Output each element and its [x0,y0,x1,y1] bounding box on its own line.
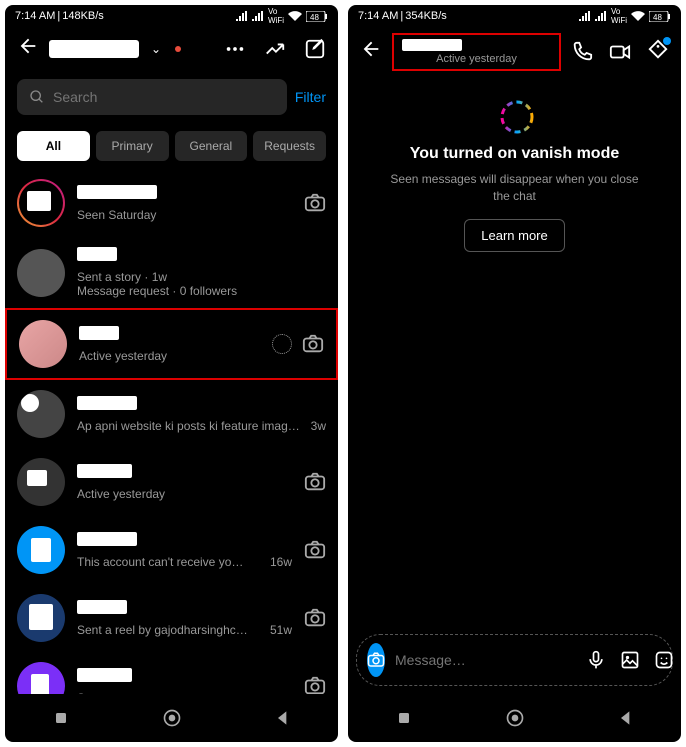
wifi-icon [288,11,302,21]
avatar[interactable] [17,390,65,438]
nav-home[interactable] [162,708,182,728]
nav-recent[interactable] [394,708,414,728]
nav-back[interactable] [616,708,636,728]
avatar[interactable] [17,179,65,227]
status-right-icons: VoWiFi 48 [579,7,671,25]
chat-row-highlighted[interactable]: Active yesterday [5,308,338,380]
nav-back[interactable] [273,708,293,728]
search-row: Filter [5,71,338,123]
video-icon[interactable] [609,41,631,63]
status-speed: 354KB/s [405,10,447,22]
tab-requests[interactable]: Requests [253,131,326,161]
camera-icon[interactable] [304,607,326,629]
user-info-highlighted[interactable]: Active yesterday [392,33,561,71]
battery-icon: 48 [649,11,671,22]
status-time: 7:14 AM [15,10,55,22]
user-status: Active yesterday [402,53,551,65]
camera-button[interactable] [367,643,385,677]
filter-link[interactable]: Filter [295,89,326,105]
camera-icon[interactable] [304,675,326,694]
chat-row[interactable]: Seen Saturday [5,169,338,237]
avatar[interactable] [17,249,65,297]
avatar[interactable] [19,320,67,368]
avatar[interactable] [17,458,65,506]
svg-text:48: 48 [653,13,662,22]
phone-icon[interactable] [571,41,593,63]
inbox-header: ⌄ [5,27,338,71]
learn-more-button[interactable]: Learn more [464,219,564,252]
avatar[interactable] [17,526,65,574]
tag-icon[interactable] [647,39,669,66]
signal-icon [579,11,591,21]
dotted-circle-icon [272,334,292,354]
sticker-icon[interactable] [654,650,674,670]
chat-row[interactable]: This account can't receive yo…16w [5,516,338,584]
user-name-redacted [402,39,462,51]
message-input-bar [356,634,673,686]
tab-all[interactable]: All [17,131,90,161]
vanish-mode-icon [497,97,533,133]
mic-icon[interactable] [586,650,606,670]
message-input[interactable] [395,652,576,668]
battery-icon: 48 [306,11,328,22]
badge-dot [663,37,671,45]
search-input[interactable] [53,89,275,105]
avatar[interactable] [17,594,65,642]
signal-icon [252,11,264,21]
chat-header: Active yesterday [348,27,681,77]
vanish-mode-panel: You turned on vanish mode Seen messages … [348,77,681,626]
nav-bar [5,694,338,742]
back-button[interactable] [360,38,382,66]
tab-primary[interactable]: Primary [96,131,169,161]
more-icon[interactable] [224,38,246,60]
status-right-icons: VoWiFi 48 [236,7,328,25]
notification-dot [175,46,181,52]
search-icon [29,89,45,105]
trending-icon[interactable] [264,38,286,60]
chat-list: Seen Saturday Sent a story · 1wMessage r… [5,169,338,694]
chat-row[interactable]: Active yesterday [5,448,338,516]
status-bar: 7:14 AM | 148KB/s VoWiFi 48 [5,5,338,27]
back-button[interactable] [17,35,39,63]
chat-screen: 7:14 AM | 354KB/s VoWiFi 48 Active yeste… [348,5,681,742]
nav-recent[interactable] [51,708,71,728]
status-speed: 148KB/s [62,10,104,22]
nav-bar [348,694,681,742]
chevron-down-icon[interactable]: ⌄ [151,42,161,56]
camera-icon[interactable] [304,471,326,493]
chat-row[interactable]: Sent [5,652,338,694]
vanish-desc: Seen messages will disappear when you cl… [368,171,661,205]
tab-general[interactable]: General [175,131,248,161]
status-time: 7:14 AM [358,10,398,22]
svg-text:48: 48 [310,13,319,22]
status-bar: 7:14 AM | 354KB/s VoWiFi 48 [348,5,681,27]
avatar[interactable] [17,662,65,694]
account-name-redacted[interactable] [49,40,139,58]
signal-icon [595,11,607,21]
chat-row[interactable]: Sent a story · 1wMessage request · 0 fol… [5,237,338,308]
camera-icon[interactable] [304,192,326,214]
inbox-tabs: All Primary General Requests [5,123,338,169]
image-icon[interactable] [620,650,640,670]
chat-row[interactable]: Ap apni website ki posts ki feature imag… [5,380,338,448]
nav-home[interactable] [505,708,525,728]
compose-icon[interactable] [304,38,326,60]
inbox-screen: 7:14 AM | 148KB/s VoWiFi 48 ⌄ Filt [5,5,338,742]
camera-icon[interactable] [302,333,324,355]
signal-icon [236,11,248,21]
camera-icon[interactable] [304,539,326,561]
wifi-icon [631,11,645,21]
vanish-title: You turned on vanish mode [410,145,620,163]
chat-row[interactable]: Sent a reel by gajodharsinghc…51w [5,584,338,652]
search-box[interactable] [17,79,287,115]
